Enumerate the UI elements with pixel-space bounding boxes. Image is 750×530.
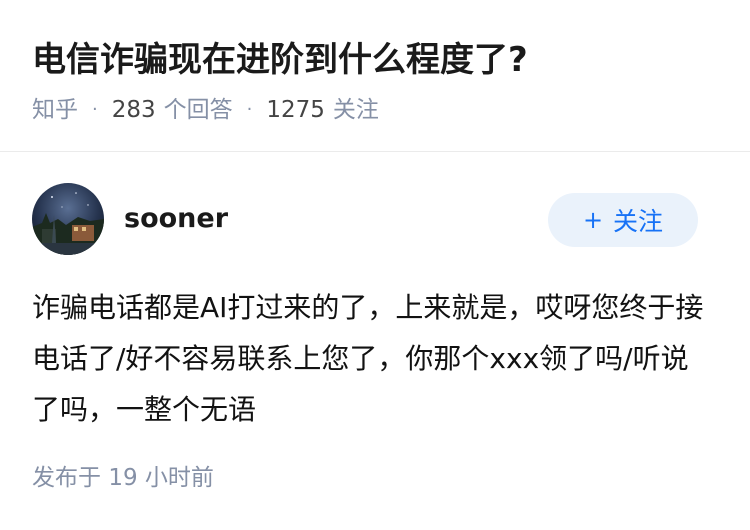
plus-icon: + [582, 206, 604, 234]
question-header: 电信诈骗现在进阶到什么程度了? 知乎 · 283 个回答 · 1275 关注 [0, 0, 750, 152]
author-info: sooner + 关注 [32, 183, 718, 255]
avatar[interactable] [32, 183, 104, 255]
follow-button[interactable]: + 关注 [548, 193, 698, 247]
followers-count: 1275 [266, 97, 325, 123]
followers-label[interactable]: 关注 [333, 93, 379, 127]
site-name[interactable]: 知乎 [32, 93, 78, 127]
author-name[interactable]: sooner [124, 201, 228, 237]
publish-suffix: 小时前 [144, 465, 214, 491]
publish-time: 发布于 19 小时前 [32, 461, 214, 495]
publish-count: 19 [108, 465, 138, 491]
follow-label: 关注 [613, 207, 664, 236]
answers-count: 283 [111, 97, 156, 123]
question-title[interactable]: 电信诈骗现在进阶到什么程度了? [32, 36, 528, 84]
publish-prefix: 发布于 [32, 465, 101, 491]
answers-label[interactable]: 个回答 [164, 93, 233, 127]
answer-content: 诈骗电话都是AI打过来的了，上来就是，哎呀您终于接电话了/好不容易联系上您了，你… [32, 291, 704, 426]
meta-separator: · [246, 99, 253, 120]
question-meta: 知乎 · 283 个回答 · 1275 关注 [32, 93, 379, 127]
meta-separator: · [92, 99, 98, 120]
avatar-photo-icon [32, 183, 104, 255]
